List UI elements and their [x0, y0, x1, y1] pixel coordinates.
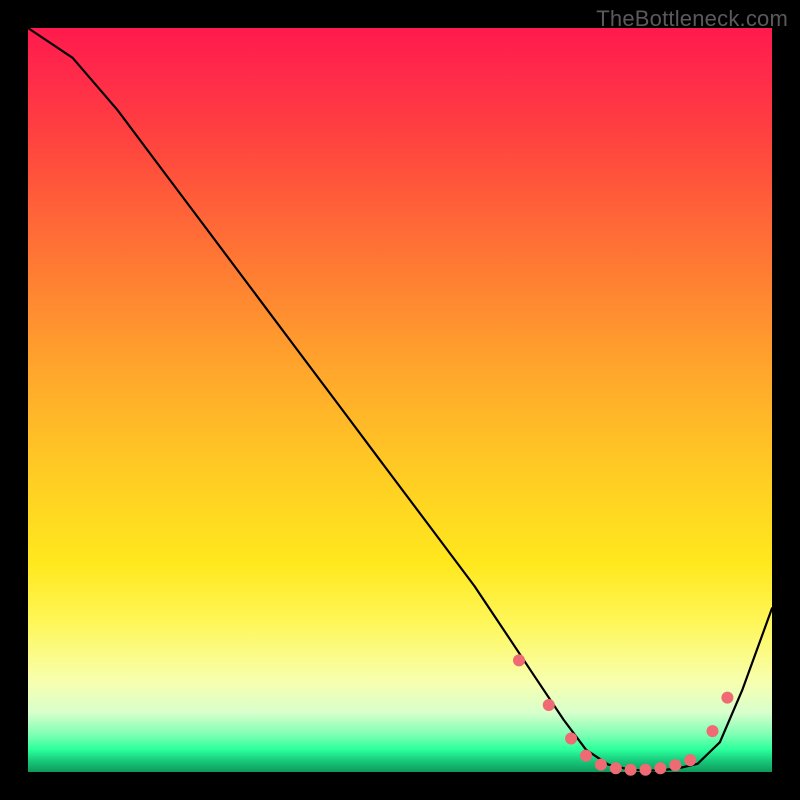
data-marker	[610, 762, 622, 774]
chart-plot-area	[28, 28, 772, 772]
data-marker	[669, 759, 681, 771]
data-marker	[513, 654, 525, 666]
data-marker	[543, 699, 555, 711]
data-marker	[721, 692, 733, 704]
watermark-text: TheBottleneck.com	[596, 6, 788, 32]
data-marker	[640, 764, 652, 776]
data-marker	[684, 754, 696, 766]
marker-group	[513, 654, 733, 775]
curve-path	[28, 28, 772, 771]
data-marker	[595, 759, 607, 771]
data-marker	[707, 725, 719, 737]
chart-frame: TheBottleneck.com	[0, 0, 800, 800]
data-marker	[654, 762, 666, 774]
data-marker	[625, 764, 637, 776]
data-marker	[565, 733, 577, 745]
data-marker	[580, 750, 592, 762]
chart-svg	[28, 28, 772, 772]
